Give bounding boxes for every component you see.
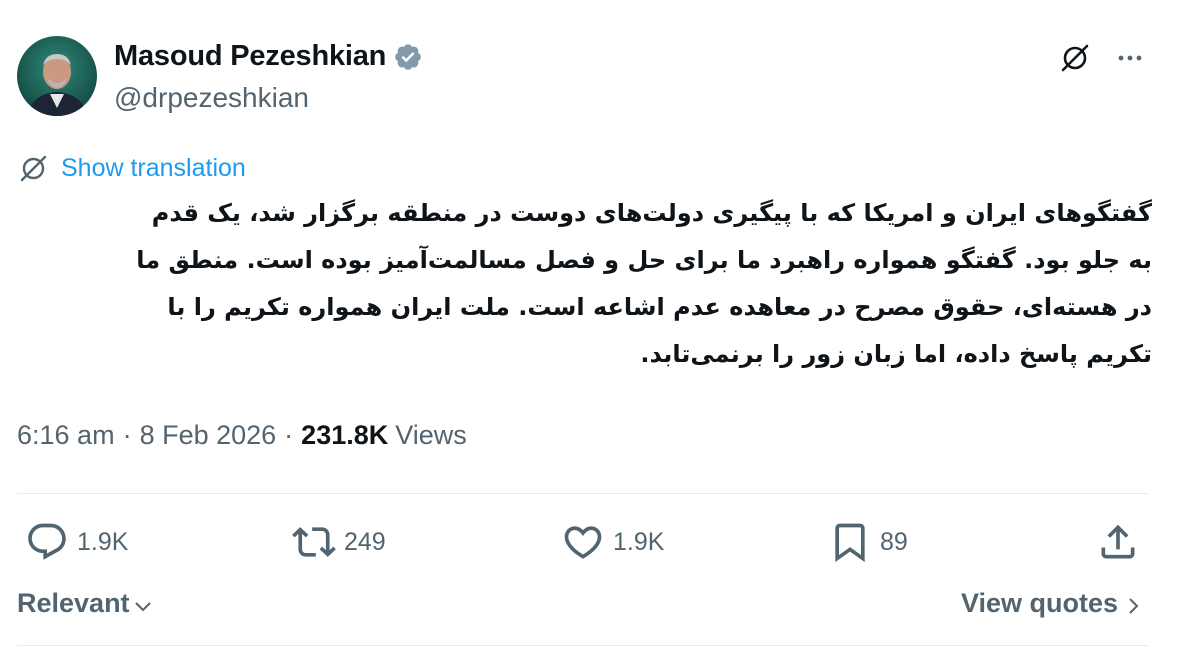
tweet-text: گفتگوهای ایران و امریکا که با پیگیری دول… <box>17 190 1152 378</box>
name-row: Masoud Pezeshkian <box>114 40 423 73</box>
meta-separator: · <box>122 420 132 450</box>
repost-button[interactable]: 249 <box>292 520 386 564</box>
share-button[interactable] <box>1096 520 1140 564</box>
grok-icon[interactable] <box>1057 40 1093 76</box>
display-name[interactable]: Masoud Pezeshkian <box>114 40 386 73</box>
avatar-image <box>17 36 97 116</box>
share-icon <box>1101 524 1135 559</box>
chevron-right-icon <box>1129 597 1139 614</box>
translate-icon <box>20 155 47 182</box>
views-count[interactable]: 231.8K <box>301 420 388 451</box>
sort-replies-dropdown[interactable]: Relevant <box>17 588 154 619</box>
bookmark-count: 89 <box>880 527 908 556</box>
tweet-time[interactable]: 6:16 am <box>17 420 115 451</box>
show-translation-button[interactable]: Show translation <box>17 152 246 185</box>
bookmark-button[interactable]: 89 <box>828 520 908 564</box>
divider <box>17 645 1148 646</box>
meta-separator: · <box>284 420 294 450</box>
show-translation-label[interactable]: Show translation <box>61 154 246 183</box>
heart-icon <box>564 526 602 559</box>
tweet-header: Masoud Pezeshkian @drpezeshkian <box>17 36 1163 118</box>
views-label[interactable]: Views <box>395 420 467 451</box>
reply-icon <box>28 523 66 560</box>
tweet-meta: 6:16 am · 8 Feb 2026 · 231.8K Views <box>17 420 467 451</box>
tweet-text-line: به جلو بود. گفتگو همواره راهبرد ما برای … <box>136 246 1152 274</box>
tweet-date[interactable]: 8 Feb 2026 <box>140 420 277 451</box>
tweet-text-line: تکریم پاسخ داده، اما زبان زور را برنمی‌ت… <box>640 340 1152 368</box>
view-quotes-label: View quotes <box>960 588 1118 618</box>
divider <box>17 493 1148 494</box>
sort-label: Relevant <box>17 588 130 618</box>
like-count: 1.9K <box>613 527 665 556</box>
tweet-text-line: در هسته‌ای، حقوق مصرح در معاهده عدم اشاع… <box>167 293 1152 321</box>
repost-count: 249 <box>344 527 386 556</box>
reply-count: 1.9K <box>77 527 129 556</box>
like-button[interactable]: 1.9K <box>561 520 664 564</box>
verified-badge-icon <box>393 42 423 72</box>
chevron-down-icon <box>134 601 151 611</box>
handle[interactable]: @drpezeshkian <box>114 82 309 114</box>
reply-button[interactable]: 1.9K <box>25 520 128 564</box>
bookmark-icon <box>835 523 865 563</box>
repost-icon <box>292 527 336 557</box>
more-icon[interactable] <box>1112 40 1148 76</box>
tweet-text-line: گفتگوهای ایران و امریکا که با پیگیری دول… <box>151 199 1152 227</box>
avatar[interactable] <box>17 36 97 116</box>
view-quotes-link[interactable]: View quotes <box>961 588 1144 619</box>
